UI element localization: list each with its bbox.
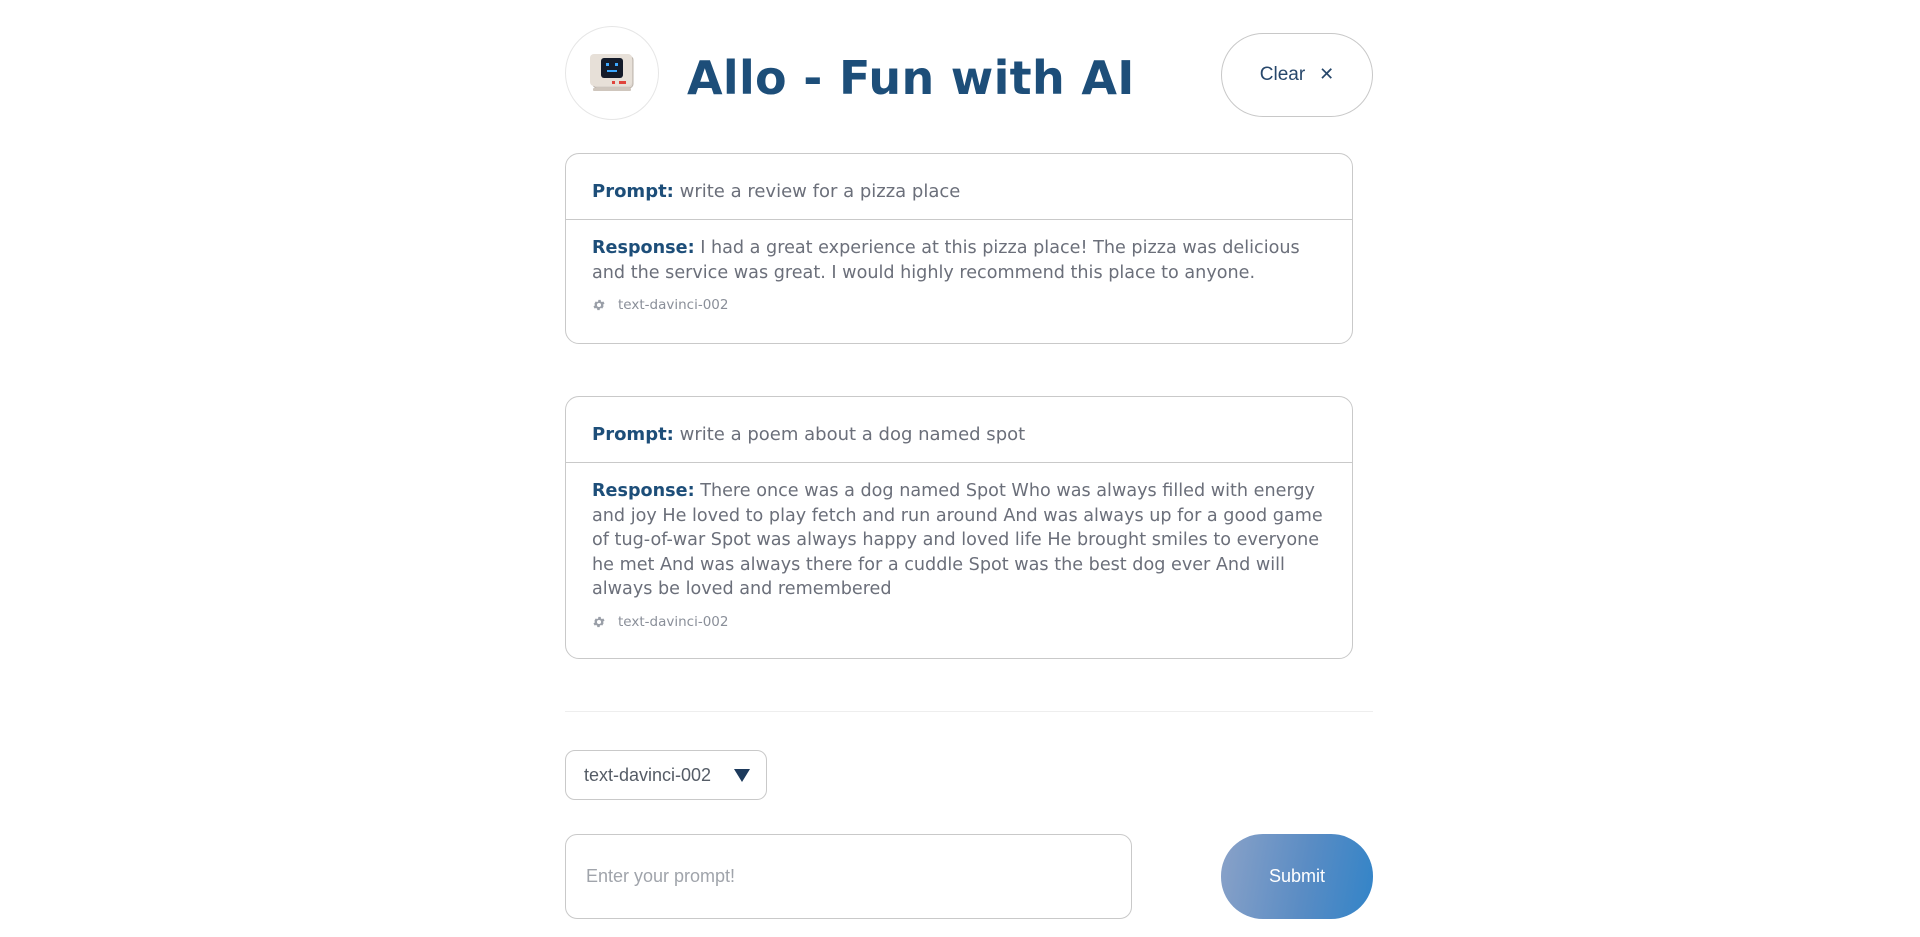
- response-label: Response:: [592, 238, 695, 258]
- prompt-text: write a poem about a dog named spot: [679, 424, 1026, 445]
- card-prompt: Prompt: write a poem about a dog named s…: [566, 397, 1352, 463]
- conversation-card: Prompt: write a poem about a dog named s…: [565, 396, 1353, 659]
- gear-icon: [593, 616, 605, 627]
- avatar: [565, 26, 659, 120]
- clear-button-label: Clear: [1259, 64, 1306, 85]
- conversation-card: Prompt: write a review for a pizza place…: [565, 153, 1353, 344]
- clear-button[interactable]: Clear ✕: [1221, 33, 1373, 117]
- response-label: Response:: [592, 481, 695, 501]
- chevron-down-icon: [734, 769, 750, 782]
- app-container: Allo - Fun with AI Clear ✕ Prompt: write…: [565, 0, 1373, 919]
- page: Allo - Fun with AI Clear ✕ Prompt: write…: [0, 0, 1920, 937]
- model-name: text-davinci-002: [618, 297, 729, 313]
- model-select[interactable]: text-davinci-002: [565, 750, 767, 800]
- model-name: text-davinci-002: [618, 613, 729, 630]
- submit-button[interactable]: Submit: [1221, 834, 1373, 919]
- prompt-text: write a review for a pizza place: [679, 181, 961, 202]
- card-model-info: text-davinci-002: [566, 297, 1352, 313]
- robot-computer-icon: [590, 54, 634, 91]
- card-prompt: Prompt: write a review for a pizza place: [566, 154, 1352, 220]
- divider: [565, 711, 1373, 712]
- card-response: Response: There once was a dog named Spo…: [566, 463, 1352, 602]
- prompt-label: Prompt:: [592, 424, 674, 445]
- gear-icon: [593, 299, 605, 311]
- header: Allo - Fun with AI Clear ✕: [565, 0, 1373, 150]
- page-title: Allo - Fun with AI: [687, 51, 1135, 105]
- card-model-info: text-davinci-002: [566, 614, 1352, 630]
- model-select-value: text-davinci-002: [584, 765, 712, 785]
- card-response: Response: I had a great experience at th…: [566, 220, 1352, 285]
- close-icon: ✕: [1319, 64, 1335, 85]
- response-text: I had a great experience at this pizza p…: [592, 238, 1300, 283]
- prompt-label: Prompt:: [592, 181, 674, 202]
- response-text: There once was a dog named Spot Who was …: [592, 481, 1323, 599]
- prompt-input[interactable]: [565, 834, 1132, 919]
